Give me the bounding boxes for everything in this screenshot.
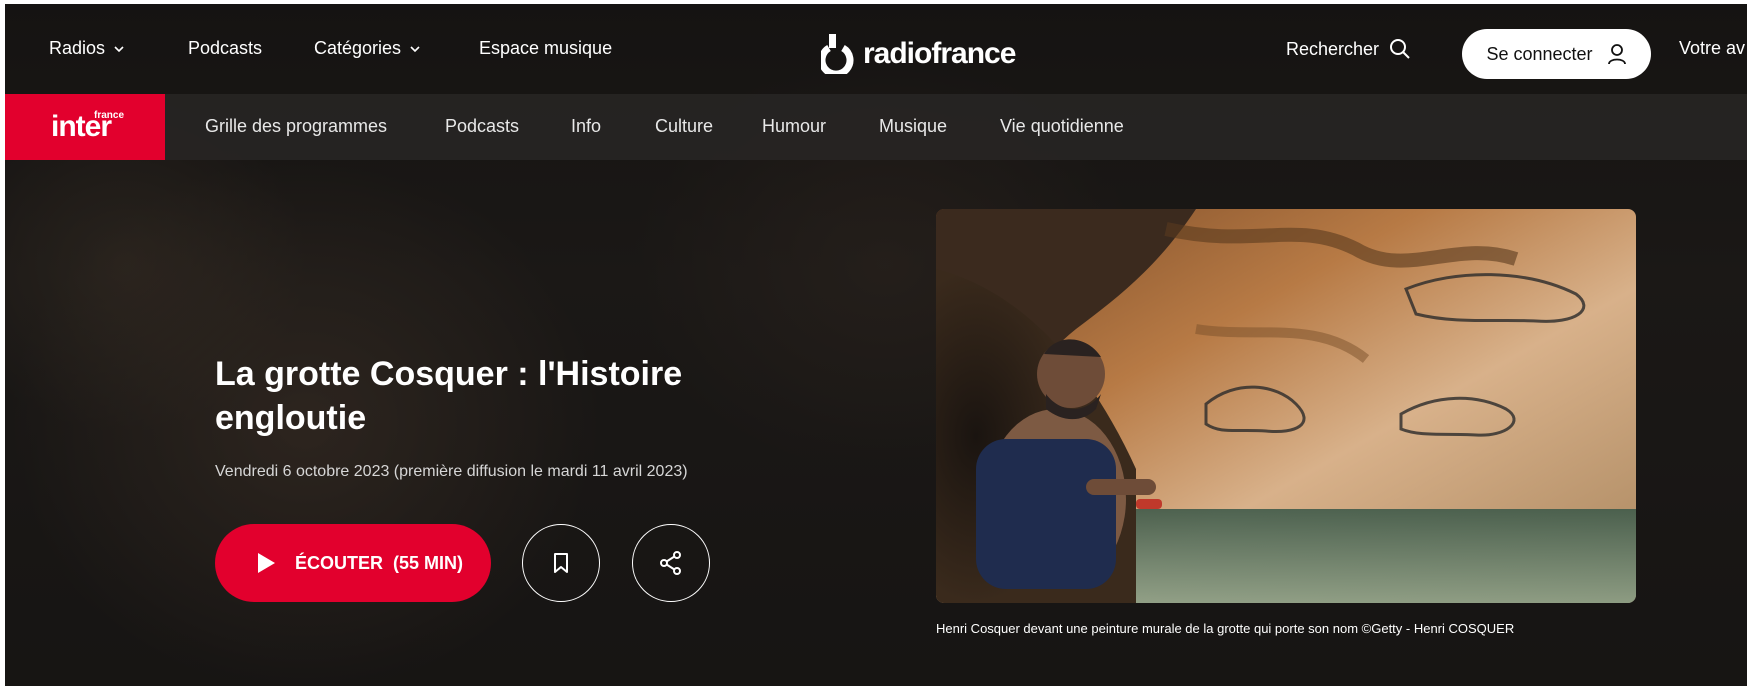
radiofrance-logo[interactable]: radiofrance [821, 34, 1016, 74]
search-label: Rechercher [1286, 38, 1380, 59]
top-bar: Radios Podcasts Catégories Espace musiqu… [5, 4, 1747, 94]
duration-label: (55 MIN) [393, 552, 464, 573]
nav-podcasts[interactable]: Podcasts [188, 38, 262, 59]
share-icon [660, 551, 681, 575]
cave-painting-image [936, 209, 1636, 603]
episode-image [936, 209, 1636, 603]
search-icon [1390, 39, 1410, 59]
page-frame: Radios Podcasts Catégories Espace musiqu… [5, 4, 1747, 686]
bookmark-icon [554, 553, 568, 573]
nav-radios[interactable]: Radios [49, 38, 125, 59]
connect-label: Se connecter [1486, 43, 1593, 64]
connect-button[interactable]: Se connecter [1462, 29, 1651, 79]
image-caption: Henri Cosquer devant une peinture murale… [936, 621, 1515, 636]
votre-avis-link[interactable]: Votre av [1679, 38, 1745, 59]
subnav-vie-quotidienne[interactable]: Vie quotidienne [1000, 116, 1124, 137]
nav-categories-label: Catégories [314, 38, 402, 58]
search-button[interactable]: Rechercher [1286, 38, 1411, 60]
bookmark-button[interactable] [522, 524, 600, 602]
subnav-podcasts[interactable]: Podcasts [445, 116, 519, 137]
nav-espace-musique-label: Espace musique [479, 38, 613, 58]
subnav-info[interactable]: Info [571, 116, 601, 137]
episode-title: La grotte Cosquer : l'Histoire engloutie [215, 355, 683, 437]
listen-label: ÉCOUTER [295, 552, 384, 573]
listen-button[interactable]: ÉCOUTER (55 MIN) [215, 524, 491, 602]
station-nav: inter france Grille des programmes Podca… [5, 94, 1747, 160]
nav-categories[interactable]: Catégories [314, 38, 421, 59]
user-icon [1607, 44, 1626, 65]
play-icon [258, 553, 275, 573]
share-button[interactable] [632, 524, 710, 602]
episode-date: Vendredi 6 octobre 2023 (première diffus… [215, 463, 688, 480]
station-name-small: france [94, 110, 125, 121]
chevron-down-icon [114, 45, 124, 52]
chevron-down-icon [410, 45, 420, 52]
nav-radios-label: Radios [49, 38, 106, 58]
nav-podcasts-label: Podcasts [188, 38, 263, 58]
brand-wordmark: radiofrance [863, 37, 1016, 70]
france-inter-logo[interactable]: inter france [5, 94, 165, 160]
subnav-humour[interactable]: Humour [762, 116, 826, 137]
radiofrance-mark-icon [821, 34, 854, 74]
subnav-grille[interactable]: Grille des programmes [205, 116, 387, 137]
subnav-musique[interactable]: Musique [879, 116, 947, 137]
subnav-culture[interactable]: Culture [655, 116, 713, 137]
nav-espace-musique[interactable]: Espace musique [479, 38, 612, 59]
